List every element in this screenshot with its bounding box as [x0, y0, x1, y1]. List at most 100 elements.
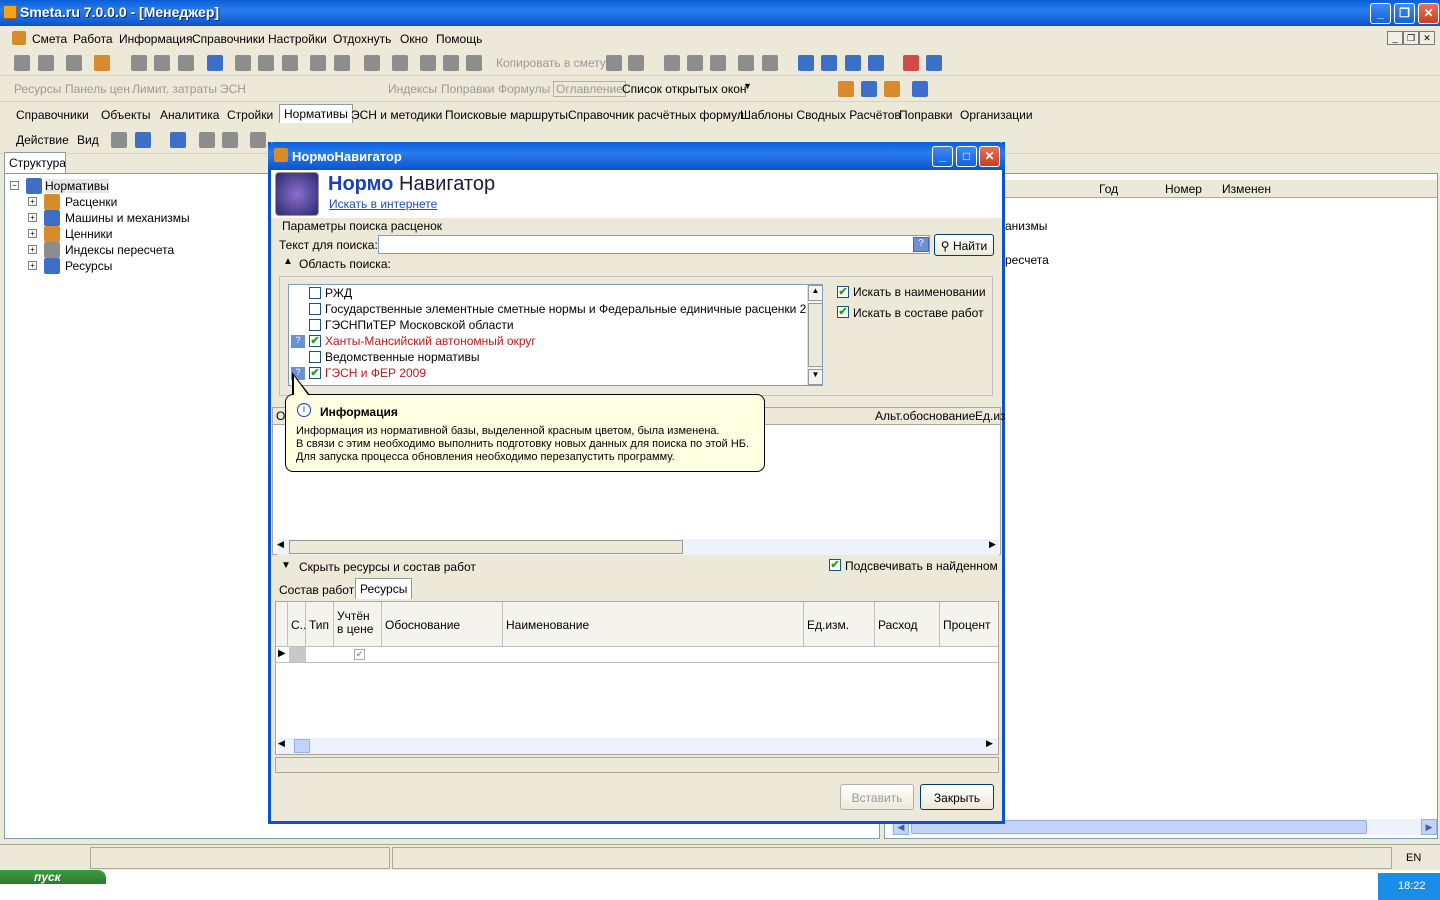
move-bottom-icon[interactable]	[868, 55, 884, 71]
indent-icon[interactable]	[738, 55, 754, 71]
col-number[interactable]: Номер	[1165, 182, 1202, 196]
doc4-icon[interactable]	[250, 132, 266, 148]
tb-indexes[interactable]: Индексы	[388, 82, 437, 96]
col-type[interactable]: Тип	[306, 602, 334, 646]
print-icon[interactable]	[154, 55, 170, 71]
list2-icon[interactable]	[258, 55, 274, 71]
tab-work-composition[interactable]: Состав работ	[279, 583, 354, 597]
action-menu[interactable]: Действие	[16, 133, 69, 147]
col-consumption[interactable]: Расход	[875, 602, 940, 646]
tab-search-routes[interactable]: Поисковые маршруты	[445, 108, 568, 122]
move-up-icon[interactable]	[798, 55, 814, 71]
tb-limits[interactable]: Лимит. затраты	[132, 82, 217, 96]
right-item[interactable]: ресчета	[1005, 253, 1049, 267]
search-in-works-checkbox[interactable]: ✔	[837, 306, 849, 318]
norm-checkbox[interactable]: ✔	[309, 367, 321, 379]
collapse-area-icon[interactable]: ▲	[283, 256, 293, 267]
menu-work[interactable]: Работа	[73, 32, 113, 46]
list-icon[interactable]	[235, 55, 251, 71]
scroll-up-icon[interactable]: ▲	[808, 285, 822, 301]
undo-icon[interactable]	[178, 55, 194, 71]
col-included[interactable]: Учтён в цене	[334, 602, 382, 646]
norm-item-changed[interactable]: Ханты-Мансийский автономный округ	[325, 334, 536, 348]
structure-tab[interactable]: Структура	[4, 152, 66, 173]
restore-button[interactable]: ❐	[1394, 3, 1415, 24]
search-input[interactable]	[378, 235, 930, 254]
truck-icon[interactable]	[912, 81, 928, 97]
dialog-maximize-button[interactable]: □	[956, 146, 977, 167]
block1-icon[interactable]	[664, 55, 680, 71]
tab-organizations[interactable]: Организации	[960, 108, 1033, 122]
tab-corrections[interactable]: Поправки	[899, 108, 952, 122]
tb-formulas[interactable]: Формулы	[498, 82, 550, 96]
tab-templates[interactable]: Шаблоны Сводных Расчётов	[740, 108, 901, 122]
tree-collapse-icon[interactable]: −	[10, 181, 19, 190]
scroll-right-icon[interactable]: ▶	[1421, 819, 1437, 835]
car-icon[interactable]	[310, 55, 326, 71]
save-icon[interactable]	[131, 55, 147, 71]
search-icon[interactable]	[94, 55, 110, 71]
start-button[interactable]: пуск	[0, 870, 106, 884]
hammer-icon[interactable]	[838, 81, 854, 97]
tree-expand-icon[interactable]: +	[28, 229, 37, 238]
search-in-works-label[interactable]: Искать в составе работ	[853, 306, 984, 320]
tab-objects[interactable]: Объекты	[101, 108, 151, 122]
tree-icon[interactable]	[14, 55, 30, 71]
menu-settings[interactable]: Настройки	[268, 32, 327, 46]
refresh-icon[interactable]	[207, 55, 223, 71]
menu-window[interactable]: Окно	[400, 32, 428, 46]
search-internet-link[interactable]: Искать в интернете	[329, 197, 437, 211]
col-justification[interactable]: Обоснование	[382, 602, 503, 646]
tree-item-indexes[interactable]: Индексы пересчета	[65, 243, 174, 257]
tab-resources[interactable]: Ресурсы	[355, 578, 413, 599]
tb-corrections[interactable]: Поправки	[441, 82, 494, 96]
view-menu[interactable]: Вид	[77, 133, 99, 147]
block3-icon[interactable]	[710, 55, 726, 71]
right-item[interactable]: анизмы	[1005, 219, 1047, 233]
search-in-name-checkbox[interactable]: ✔	[837, 286, 849, 298]
norm-checkbox[interactable]	[309, 303, 321, 315]
scroll-thumb[interactable]	[808, 303, 822, 367]
norm-item[interactable]: ГЭСНПиТЕР Московской области	[325, 318, 514, 332]
scroll-left-icon[interactable]: ◀	[278, 738, 285, 749]
app-menu-icon[interactable]	[12, 31, 26, 45]
tree-expand-icon[interactable]: +	[28, 213, 37, 222]
tree-expand-icon[interactable]: +	[28, 197, 37, 206]
calc-icon[interactable]	[66, 55, 82, 71]
paste-icon[interactable]	[628, 55, 644, 71]
copy-to-smeta-button[interactable]: Копировать в смету	[496, 56, 606, 70]
scroll-right-icon[interactable]: ▶	[986, 738, 993, 749]
mdi-restore-button[interactable]: ❐	[1403, 31, 1419, 45]
tree-root[interactable]: Нормативы	[45, 179, 109, 193]
delete-icon[interactable]	[392, 55, 408, 71]
tab-normatives[interactable]: Нормативы	[279, 104, 353, 123]
row-cell[interactable]	[289, 647, 306, 662]
move-top-icon[interactable]	[821, 55, 837, 71]
menu-smeta[interactable]: Смета	[32, 32, 67, 46]
menu-references[interactable]: Справочники	[192, 32, 265, 46]
norm-checkbox[interactable]: ✔	[309, 335, 321, 347]
highlight-label[interactable]: Подсвечивать в найденном	[845, 559, 998, 573]
tb-contents[interactable]: Оглавление	[553, 81, 626, 97]
col-percent[interactable]: Процент	[940, 602, 998, 646]
copy-icon[interactable]	[606, 55, 622, 71]
folder-icon[interactable]	[111, 132, 127, 148]
tree-expand-icon[interactable]: +	[28, 245, 37, 254]
up2-icon[interactable]	[443, 55, 459, 71]
help-icon[interactable]: ?	[913, 237, 929, 252]
menu-info[interactable]: Информация	[119, 32, 192, 46]
info-marker-icon[interactable]: ?	[291, 335, 305, 348]
eraser-icon[interactable]	[903, 55, 919, 71]
tb-esn[interactable]: ЭСН	[220, 82, 246, 96]
tree2-icon[interactable]	[38, 55, 54, 71]
tab-construction[interactable]: Стройки	[227, 108, 273, 122]
scroll-thumb[interactable]	[294, 739, 310, 753]
results-h-scrollbar[interactable]: ◀ ▶	[277, 539, 999, 555]
tb-resources[interactable]: Ресурсы	[14, 82, 61, 96]
collapse-resources-icon[interactable]: ▼	[281, 560, 291, 571]
mdi-minimize-button[interactable]: _	[1387, 31, 1403, 45]
search-in-name-label[interactable]: Искать в наименовании	[853, 285, 986, 299]
machine-icon[interactable]	[861, 81, 877, 97]
book-icon[interactable]	[926, 55, 942, 71]
norm-item-changed[interactable]: ГЭСН и ФЕР 2009	[325, 366, 426, 380]
